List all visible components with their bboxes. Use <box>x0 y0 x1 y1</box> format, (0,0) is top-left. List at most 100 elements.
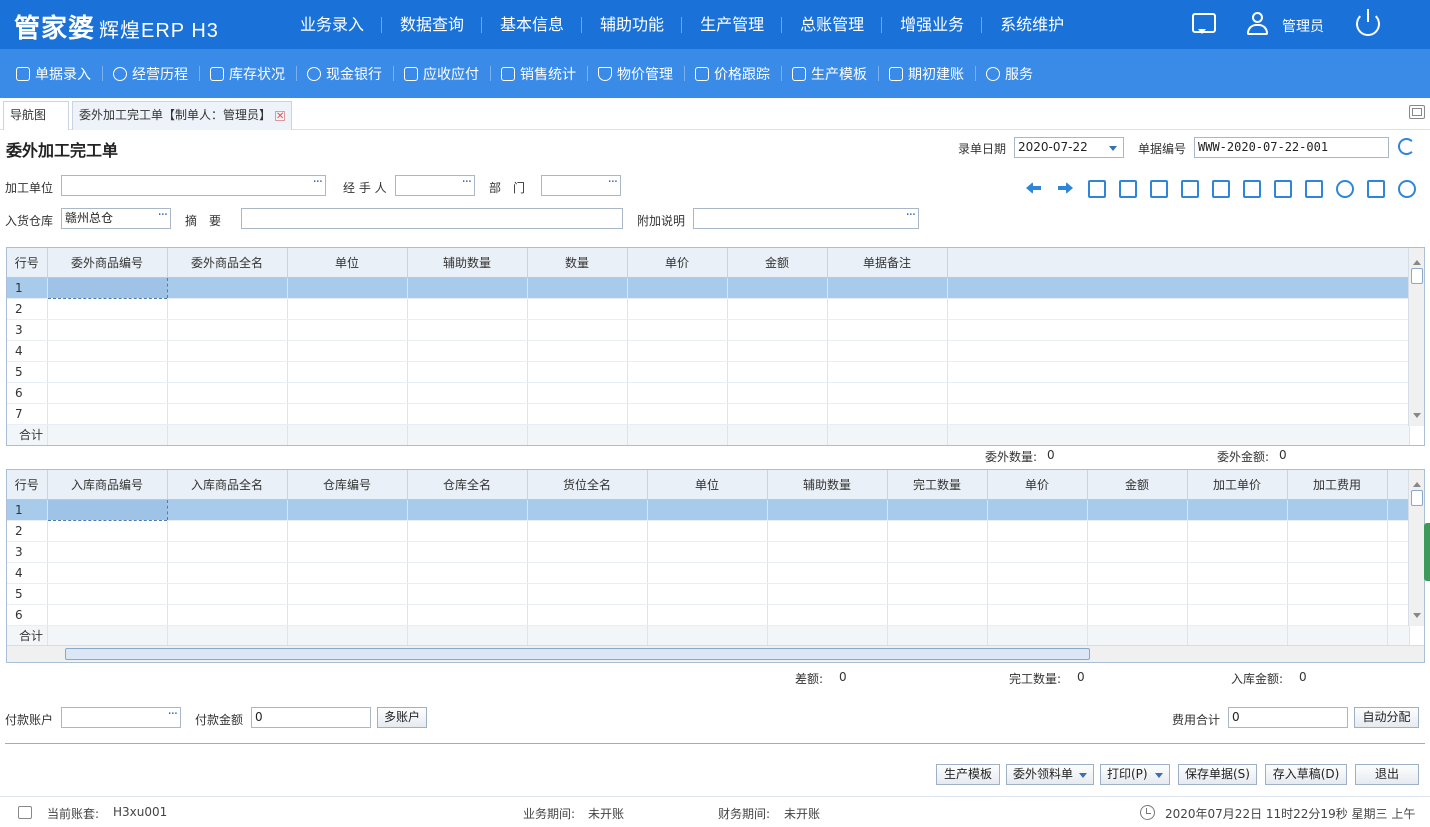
table-cell[interactable] <box>407 340 528 362</box>
col-header[interactable]: 辅助数量 <box>767 470 888 500</box>
note-input[interactable]: ··· <box>693 208 919 229</box>
table-cell[interactable] <box>167 562 288 584</box>
menu-basic-info[interactable]: 基本信息 <box>482 0 583 49</box>
table-cell[interactable] <box>727 340 828 362</box>
table-cell[interactable] <box>1087 541 1188 563</box>
power-icon[interactable] <box>1356 9 1380 36</box>
table-cell[interactable] <box>47 361 168 383</box>
table-cell[interactable] <box>1187 583 1288 605</box>
summary-input[interactable] <box>241 208 623 229</box>
table-row[interactable]: 5 <box>7 361 1410 383</box>
table-cell[interactable] <box>407 298 528 320</box>
table-cell[interactable] <box>827 319 948 341</box>
table-cell[interactable] <box>47 382 168 404</box>
fee-total-input[interactable]: 0 <box>1228 707 1348 728</box>
table-cell[interactable] <box>47 319 168 341</box>
col-header[interactable]: 单位 <box>647 470 768 500</box>
table-cell[interactable] <box>827 403 948 425</box>
side-handle[interactable] <box>1424 523 1430 581</box>
help-icon[interactable] <box>1396 178 1416 198</box>
close-icon[interactable]: ✕ <box>275 111 285 122</box>
table-cell[interactable] <box>47 541 168 563</box>
table-cell[interactable] <box>407 403 528 425</box>
table-row[interactable]: 1 <box>7 498 1410 521</box>
table-cell[interactable] <box>827 277 948 299</box>
browse-icon[interactable]: ··· <box>462 173 472 192</box>
table-cell[interactable] <box>727 298 828 320</box>
col-header[interactable]: 单据备注 <box>827 248 948 278</box>
table-row[interactable]: 2 <box>7 520 1410 542</box>
col-header[interactable]: 仓库全名 <box>407 470 528 500</box>
table-cell[interactable] <box>987 499 1088 521</box>
table-cell[interactable] <box>47 520 168 542</box>
table-cell[interactable] <box>47 583 168 605</box>
table-cell[interactable] <box>167 583 288 605</box>
table-cell[interactable] <box>527 604 648 626</box>
table-cell[interactable] <box>987 583 1088 605</box>
arrow-left-icon[interactable] <box>1024 178 1044 198</box>
import-icon[interactable] <box>1210 178 1230 198</box>
scroll-up-icon[interactable] <box>1413 256 1421 265</box>
col-header[interactable]: 入库商品编号 <box>47 470 168 500</box>
table-cell[interactable] <box>287 361 408 383</box>
date-select[interactable]: 2020-07-22 <box>1014 137 1124 158</box>
pay-account-input[interactable]: ··· <box>61 707 181 728</box>
vertical-scrollbar[interactable] <box>1408 470 1424 626</box>
table-cell[interactable] <box>887 541 988 563</box>
quick-prod-template[interactable]: 生产模板 <box>782 64 879 84</box>
table-cell[interactable] <box>167 319 288 341</box>
table-cell[interactable] <box>887 520 988 542</box>
table-cell[interactable] <box>627 382 728 404</box>
folder-icon[interactable] <box>1365 178 1385 198</box>
refresh-icon[interactable] <box>1398 138 1415 155</box>
table-cell[interactable] <box>287 382 408 404</box>
table-cell[interactable] <box>727 382 828 404</box>
table-cell[interactable] <box>167 541 288 563</box>
table-row[interactable]: 4 <box>7 562 1410 584</box>
table-cell[interactable] <box>167 604 288 626</box>
table-cell[interactable] <box>727 361 828 383</box>
table-cell[interactable] <box>887 604 988 626</box>
table-cell[interactable] <box>46 276 168 299</box>
col-header[interactable]: 数量 <box>527 248 628 278</box>
table-cell[interactable] <box>287 541 408 563</box>
multi-account-button[interactable]: 多账户 <box>377 707 427 728</box>
table-cell[interactable] <box>167 361 288 383</box>
handler-input[interactable]: ··· <box>395 175 475 196</box>
scroll-down-icon[interactable] <box>1413 613 1421 622</box>
table-cell[interactable] <box>627 277 728 299</box>
print-button[interactable]: 打印(P) <box>1100 764 1170 785</box>
table-cell[interactable] <box>827 382 948 404</box>
table-cell[interactable] <box>1087 583 1188 605</box>
menu-data-query[interactable]: 数据查询 <box>382 0 483 49</box>
scroll-thumb[interactable] <box>1411 268 1423 284</box>
table-cell[interactable] <box>1287 541 1388 563</box>
table-cell[interactable] <box>1087 604 1188 626</box>
tab-navigation[interactable]: 导航图 <box>3 101 69 130</box>
table-row[interactable]: 7 <box>7 403 1410 425</box>
quick-price-track[interactable]: 价格跟踪 <box>685 64 782 84</box>
table-cell[interactable] <box>407 583 528 605</box>
table-cell[interactable] <box>827 361 948 383</box>
table-cell[interactable] <box>407 520 528 542</box>
table-cell[interactable] <box>407 361 528 383</box>
arrow-right-icon[interactable] <box>1055 178 1075 198</box>
table-cell[interactable] <box>46 498 168 521</box>
scroll-up-icon[interactable] <box>1413 478 1421 487</box>
table-cell[interactable] <box>767 499 888 521</box>
restore-window-icon[interactable] <box>1409 105 1425 119</box>
browse-icon[interactable]: ··· <box>158 206 168 225</box>
col-header[interactable]: 金额 <box>1087 470 1188 500</box>
table-cell[interactable] <box>287 520 408 542</box>
table-cell[interactable] <box>627 361 728 383</box>
table-cell[interactable] <box>767 562 888 584</box>
message-icon[interactable] <box>1192 13 1216 34</box>
table-cell[interactable] <box>527 499 648 521</box>
table-cell[interactable] <box>47 298 168 320</box>
table-cell[interactable] <box>167 403 288 425</box>
menu-business-entry[interactable]: 业务录入 <box>282 0 383 49</box>
table-cell[interactable] <box>527 319 628 341</box>
table-cell[interactable] <box>47 403 168 425</box>
col-header[interactable]: 单价 <box>627 248 728 278</box>
warehouse-input[interactable]: 赣州总仓 ··· <box>61 208 171 229</box>
